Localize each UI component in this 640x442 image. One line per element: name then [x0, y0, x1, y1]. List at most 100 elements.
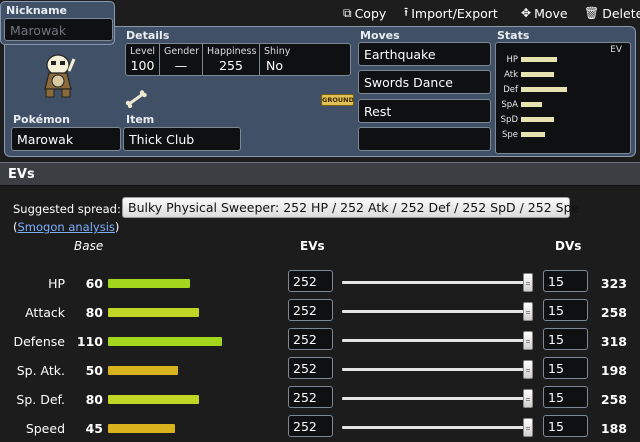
- happiness-key: Happiness: [207, 46, 257, 57]
- ev-slider-track[interactable]: [342, 397, 532, 400]
- stat-name: Defense: [13, 334, 65, 349]
- base-column-header: Base: [74, 239, 104, 253]
- ev-slider-track[interactable]: [342, 310, 532, 313]
- stat-bar-label: Atk: [504, 70, 518, 80]
- gender-field[interactable]: Gender —: [160, 44, 203, 75]
- stat-bar-label: HP: [506, 55, 518, 65]
- stat-bar-label: Spe: [501, 130, 518, 140]
- stat-total: 323: [600, 276, 627, 291]
- base-stat-value: 80: [85, 305, 103, 320]
- base-stat-bar: [108, 366, 178, 375]
- set-panel: Details Level 100 Gender — Happiness 255…: [4, 26, 636, 157]
- stat-name: Sp. Def.: [16, 392, 65, 407]
- stats-summary[interactable]: EV HP Atk Def SpA SpD Spe: [495, 42, 631, 154]
- trash-icon: 🗑: [584, 6, 600, 20]
- dv-input[interactable]: 15: [543, 415, 588, 437]
- shiny-key: Shiny: [264, 46, 291, 57]
- base-stat-bar: [108, 279, 190, 288]
- item-label: Item: [126, 113, 155, 126]
- stat-name: Sp. Atk.: [16, 363, 65, 378]
- move-4-input[interactable]: [358, 127, 491, 151]
- move-button[interactable]: ✥ Move: [521, 5, 568, 21]
- stat-bar-row: HP: [496, 55, 630, 65]
- base-stat-bar: [108, 395, 199, 404]
- ev-slider-track[interactable]: [342, 281, 532, 284]
- stat-row: Attack 80 252 15 258: [0, 299, 640, 328]
- ev-input[interactable]: 252: [288, 415, 333, 437]
- smogon-analysis-link[interactable]: Smogon analysis: [18, 220, 115, 234]
- shiny-field[interactable]: Shiny No: [260, 44, 350, 75]
- ev-input[interactable]: 252: [288, 386, 333, 408]
- suggested-spread-button[interactable]: Bulky Physical Sweeper: 252 HP / 252 Atk…: [122, 197, 579, 218]
- stat-bar-fill: [521, 87, 567, 92]
- level-field[interactable]: Level 100: [126, 44, 160, 75]
- dvs-column-header: DVs: [555, 239, 582, 253]
- dv-input[interactable]: 15: [543, 270, 588, 292]
- base-stat-value: 80: [85, 392, 103, 407]
- bone-icon: [125, 90, 147, 108]
- details-box[interactable]: Level 100 Gender — Happiness 255 Shiny N…: [125, 43, 351, 76]
- pokemon-label: Pokémon: [13, 113, 70, 126]
- ev-input[interactable]: 252: [288, 299, 333, 321]
- move-label: Move: [534, 5, 568, 21]
- stat-bar-label: Def: [503, 85, 518, 95]
- level-key: Level: [130, 46, 156, 57]
- stat-bar-fill: [521, 132, 545, 137]
- pokemon-input[interactable]: Marowak: [11, 127, 121, 151]
- stats-ev-label: EV: [610, 45, 622, 55]
- happiness-value: 255: [219, 58, 243, 73]
- stat-name: Attack: [25, 305, 65, 320]
- dv-input[interactable]: 15: [543, 357, 588, 379]
- dv-input[interactable]: 15: [543, 299, 588, 321]
- moves-label: Moves: [360, 29, 400, 42]
- stat-total: 258: [600, 392, 627, 407]
- copy-button[interactable]: ⧉ Copy: [343, 5, 386, 21]
- move-3-input[interactable]: Rest: [358, 99, 491, 123]
- base-stat-value: 50: [85, 363, 103, 378]
- type-badge: GROUND: [321, 94, 354, 106]
- ev-slider-thumb[interactable]: [523, 273, 533, 292]
- stat-bar-fill: [521, 117, 554, 122]
- base-stat-value: 110: [76, 334, 103, 349]
- ev-slider-thumb[interactable]: [523, 389, 533, 408]
- stat-bar-row: SpD: [496, 115, 630, 125]
- happiness-field[interactable]: Happiness 255: [203, 44, 260, 75]
- stat-bar-row: Spe: [496, 130, 630, 140]
- base-stat-bar: [108, 337, 222, 346]
- delete-button[interactable]: 🗑 Delete: [584, 5, 640, 21]
- ev-slider-track[interactable]: [342, 426, 532, 429]
- base-stat-value: 45: [85, 421, 103, 436]
- stat-bar-fill: [521, 102, 542, 107]
- dv-input[interactable]: 15: [543, 328, 588, 350]
- stat-bar-label: SpD: [500, 115, 518, 125]
- ev-slider-thumb[interactable]: [523, 418, 533, 437]
- stat-bar-row: Def: [496, 85, 630, 95]
- suggested-spread-label: Suggested spread:: [13, 202, 121, 216]
- move-1-input[interactable]: Earthquake: [358, 42, 491, 66]
- ev-slider-thumb[interactable]: [523, 302, 533, 321]
- copy-label: Copy: [354, 5, 387, 21]
- ev-input[interactable]: 252: [288, 270, 333, 292]
- stat-total: 198: [600, 363, 627, 378]
- move-icon: ✥: [521, 6, 532, 20]
- smogon-close-paren: ): [114, 220, 120, 234]
- ev-slider-track[interactable]: [342, 339, 532, 342]
- ev-input[interactable]: 252: [288, 357, 333, 379]
- level-value: 100: [130, 58, 155, 73]
- gender-value: —: [174, 58, 188, 73]
- stat-bar-row: Atk: [496, 70, 630, 80]
- import-export-label: Import/Export: [411, 5, 498, 21]
- details-label: Details: [126, 29, 170, 42]
- import-export-button[interactable]: ⭱ Import/Export: [404, 5, 498, 21]
- item-input[interactable]: Thick Club: [123, 127, 241, 151]
- nickname-input[interactable]: Marowak: [4, 18, 113, 41]
- base-stat-bar: [108, 424, 175, 433]
- gender-key: Gender: [164, 46, 200, 57]
- ev-slider-track[interactable]: [342, 368, 532, 371]
- stat-name: HP: [48, 276, 65, 291]
- ev-slider-thumb[interactable]: [523, 360, 533, 379]
- ev-input[interactable]: 252: [288, 328, 333, 350]
- ev-slider-thumb[interactable]: [523, 331, 533, 350]
- dv-input[interactable]: 15: [543, 386, 588, 408]
- move-2-input[interactable]: Swords Dance: [358, 70, 491, 94]
